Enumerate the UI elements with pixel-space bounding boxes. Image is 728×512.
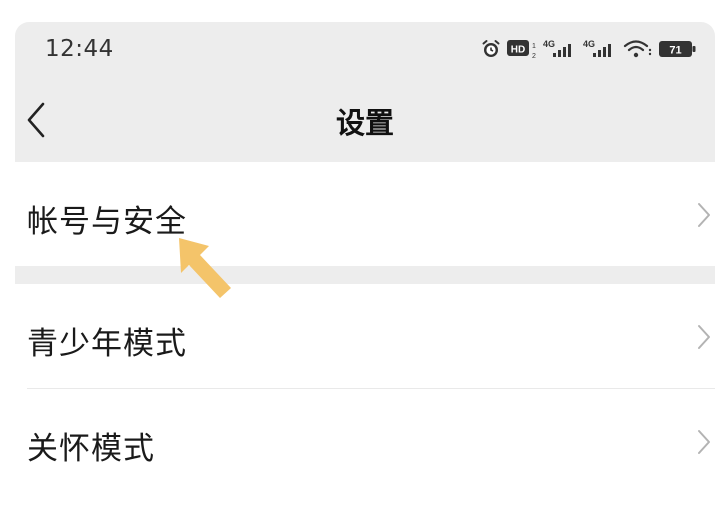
alarm-icon [482, 40, 500, 57]
settings-item-care-mode[interactable]: 关怀模式 [15, 389, 715, 492]
chevron-right-icon [698, 325, 710, 349]
battery-icon: 71 [659, 41, 696, 57]
settings-item-label: 青少年模式 [27, 326, 187, 362]
hd-icon: HD 1 2 [507, 40, 536, 60]
net2-text: 4G [583, 39, 595, 49]
phone-screen: 12:44 HD 1 2 4G 4G 71 设置 帐号与安全 青少年模式 关怀模… [15, 22, 715, 492]
chevron-right-icon [698, 203, 710, 227]
wifi-icon [623, 40, 652, 58]
status-time: 12:44 [45, 36, 114, 62]
hd-text: HD [511, 45, 525, 56]
battery-level: 71 [669, 45, 681, 57]
svg-text:2: 2 [532, 53, 536, 60]
annotation-arrow-icon [179, 238, 231, 298]
settings-item-label: 帐号与安全 [27, 204, 187, 240]
status-bar: 12:44 HD 1 2 4G 4G 71 [15, 22, 715, 76]
section-divider [15, 266, 715, 284]
settings-item-label: 关怀模式 [27, 431, 155, 467]
svg-text:1: 1 [532, 43, 536, 50]
signal-4g-icon: 4G [583, 39, 611, 57]
page-title: 设置 [335, 106, 394, 140]
settings-item-teen-mode[interactable]: 青少年模式 [15, 284, 715, 388]
signal-4g-icon: 4G [543, 39, 571, 57]
chevron-right-icon [698, 430, 710, 454]
nav-bar: 设置 [15, 76, 715, 162]
settings-item-account-security[interactable]: 帐号与安全 [15, 162, 715, 266]
net1-text: 4G [543, 39, 555, 49]
status-icons: HD 1 2 4G 4G 71 [481, 37, 697, 61]
